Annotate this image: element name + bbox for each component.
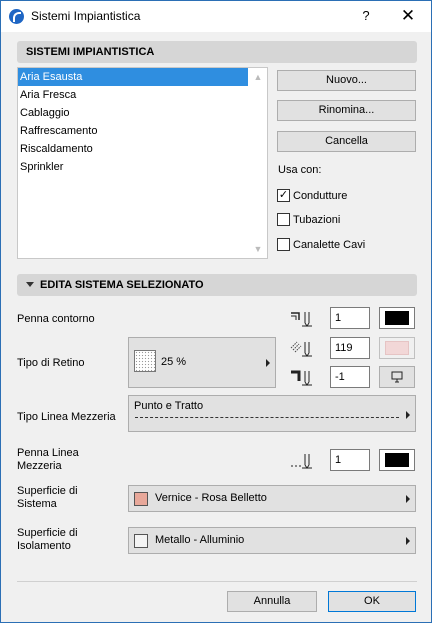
- window-title: Sistemi Impiantistica: [31, 9, 141, 23]
- contour-pen-color-button[interactable]: [379, 307, 415, 329]
- list-item[interactable]: Aria Esausta: [18, 68, 248, 86]
- title-bar: Sistemi Impiantistica ? ✕: [1, 1, 431, 32]
- fill-fg-color-button[interactable]: [379, 337, 415, 359]
- center-line-pen-icon: [289, 452, 315, 470]
- list-item[interactable]: Riscaldamento: [18, 140, 267, 158]
- dialog-window: Sistemi Impiantistica ? ✕ SISTEMI IMPIAN…: [0, 0, 432, 623]
- monitor-icon: [391, 371, 403, 383]
- label-line: Penna Linea: [17, 447, 79, 459]
- archicad-logo-icon: [9, 9, 24, 24]
- section-header-edit[interactable]: EDITA SISTEMA SELEZIONATO: [17, 274, 417, 296]
- fill-bg-pen-input[interactable]: -1: [330, 366, 370, 388]
- rename-button[interactable]: Rinomina...: [277, 100, 416, 121]
- label-line: Mezzeria: [17, 460, 62, 472]
- monitor-button[interactable]: [379, 366, 415, 388]
- usa-con-label: Usa con:: [278, 164, 322, 176]
- label-line: Sistema: [17, 498, 57, 510]
- arrow-right-icon: [406, 537, 410, 545]
- contour-pen-icon: [289, 310, 315, 328]
- fill-type-selector[interactable]: 25 %: [128, 337, 276, 388]
- label-line: Superficie di: [17, 527, 78, 539]
- delete-button[interactable]: Cancella: [277, 131, 416, 152]
- help-button[interactable]: ?: [356, 6, 376, 26]
- penna-contorno-label: Penna contorno: [17, 313, 95, 325]
- ok-button[interactable]: OK: [328, 591, 416, 612]
- insulation-surface-selector[interactable]: Metallo - Alluminio: [128, 527, 416, 554]
- line-type-preview: [135, 417, 399, 418]
- arrow-right-icon: [406, 495, 410, 503]
- surface-color-swatch: [134, 492, 148, 506]
- line-type-name: Punto e Tratto: [134, 400, 204, 412]
- penna-linea-label: Penna Linea Mezzeria: [17, 447, 79, 473]
- label-line: Isolamento: [17, 540, 71, 552]
- fill-fg-pen-input[interactable]: 119: [330, 337, 370, 359]
- list-item[interactable]: Sprinkler: [18, 158, 267, 176]
- new-button[interactable]: Nuovo...: [277, 70, 416, 91]
- checkbox-label: Canalette Cavi: [293, 239, 366, 251]
- system-surface-selector[interactable]: Vernice - Rosa Belletto: [128, 485, 416, 512]
- scroll-up-icon[interactable]: ▲: [253, 72, 263, 82]
- center-line-pen-input[interactable]: 1: [330, 449, 370, 471]
- fill-pattern-name: 25 %: [161, 356, 187, 368]
- cancel-button[interactable]: Annulla: [227, 591, 317, 612]
- checkbox-canalette-cavi[interactable]: Canalette Cavi: [277, 237, 366, 254]
- section-header-systems: SISTEMI IMPIANTISTICA: [17, 41, 417, 63]
- contour-pen-input[interactable]: 1: [330, 307, 370, 329]
- fill-pattern-swatch: [134, 350, 156, 372]
- scroll-down-icon[interactable]: ▼: [253, 244, 263, 254]
- divider: [17, 581, 417, 582]
- fill-fg-pen-icon: [289, 340, 315, 358]
- color-swatch: [385, 453, 409, 467]
- systems-list[interactable]: Aria Esausta Aria Fresca Cablaggio Raffr…: [17, 67, 268, 259]
- section-title: EDITA SISTEMA SELEZIONATO: [40, 279, 204, 291]
- arrow-right-icon: [406, 411, 410, 419]
- checkbox-label: Tubazioni: [293, 214, 341, 226]
- label-line: Superficie di: [17, 485, 78, 497]
- tipo-linea-label: Tipo Linea Mezzeria: [17, 411, 116, 423]
- checkbox-icon[interactable]: [277, 212, 290, 226]
- superficie-isolamento-label: Superficie di Isolamento: [17, 527, 78, 553]
- superficie-sistema-label: Superficie di Sistema: [17, 485, 78, 511]
- system-surface-name: Vernice - Rosa Belletto: [155, 492, 267, 504]
- insulation-surface-name: Metallo - Alluminio: [155, 534, 245, 546]
- line-type-selector[interactable]: Punto e Tratto: [128, 395, 416, 432]
- arrow-right-icon: [266, 359, 270, 367]
- color-swatch: [385, 341, 409, 355]
- surface-color-swatch: [134, 534, 148, 548]
- checkbox-icon[interactable]: [277, 237, 290, 251]
- center-line-pen-color-button[interactable]: [379, 449, 415, 471]
- list-item[interactable]: Raffrescamento: [18, 122, 267, 140]
- fill-bg-pen-icon: [289, 369, 315, 387]
- tipo-retino-label: Tipo di Retino: [17, 357, 85, 369]
- checkbox-condutture[interactable]: ✓ Condutture: [277, 188, 348, 205]
- checkbox-checked-icon[interactable]: ✓: [277, 188, 290, 202]
- close-icon[interactable]: ✕: [398, 6, 418, 26]
- section-title: SISTEMI IMPIANTISTICA: [26, 46, 155, 58]
- checkbox-label: Condutture: [293, 190, 348, 202]
- collapse-triangle-icon[interactable]: [26, 281, 34, 287]
- color-swatch: [385, 311, 409, 325]
- list-item[interactable]: Aria Fresca: [18, 86, 267, 104]
- checkbox-tubazioni[interactable]: Tubazioni: [277, 212, 341, 229]
- list-item[interactable]: Cablaggio: [18, 104, 267, 122]
